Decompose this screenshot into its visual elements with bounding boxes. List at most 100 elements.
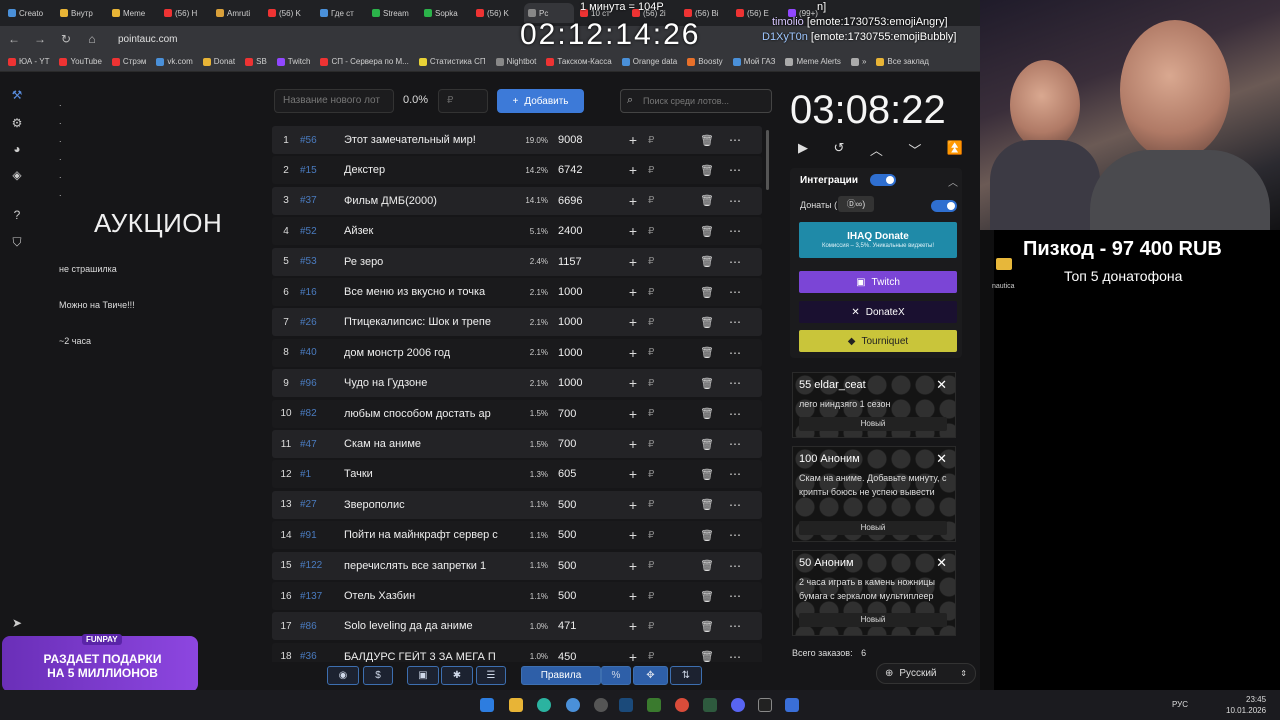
- lot-name[interactable]: Solo leveling да да аниме: [344, 620, 510, 632]
- more-icon[interactable]: ⋯: [720, 467, 750, 481]
- donatex-button[interactable]: ✕ DonateX: [799, 301, 957, 323]
- browser-tab[interactable]: (56) H: [160, 3, 210, 23]
- tourniquet-button[interactable]: ◆ Tourniquet: [799, 330, 957, 352]
- new-lot-amount-input[interactable]: ₽: [438, 89, 488, 113]
- bookmark-item[interactable]: Boosty: [687, 57, 723, 66]
- lot-amount[interactable]: 700: [554, 438, 618, 450]
- lot-name[interactable]: Все меню из вкусно и точка: [344, 286, 510, 298]
- donation-status-select[interactable]: Новый: [799, 613, 947, 627]
- trash-icon[interactable]: 🗑: [694, 468, 720, 481]
- add-amount-icon[interactable]: +: [618, 345, 648, 361]
- double-up-icon[interactable]: ⏫: [947, 140, 963, 158]
- close-icon[interactable]: ✕: [936, 555, 947, 571]
- bookmark-item[interactable]: vk.com: [156, 57, 193, 66]
- trash-icon[interactable]: 🗑: [694, 255, 720, 268]
- chevron-up-icon[interactable]: ︿: [870, 140, 883, 158]
- save-button[interactable]: ▣: [407, 666, 439, 685]
- lot-name[interactable]: Пойти на майнкрафт сервер с: [344, 529, 510, 541]
- more-icon[interactable]: ⋯: [720, 589, 750, 603]
- more-icon[interactable]: ⋯: [720, 559, 750, 573]
- app-icon[interactable]: [758, 698, 772, 712]
- lot-amount[interactable]: 1157: [554, 256, 618, 268]
- minecraft-icon[interactable]: [647, 698, 661, 712]
- browser-tab[interactable]: Amruti: [212, 3, 262, 23]
- browser-tab[interactable]: Stream: [368, 3, 418, 23]
- lot-name[interactable]: Птицекалипсис: Шок и трепе: [344, 316, 510, 328]
- more-icon[interactable]: ⋯: [720, 194, 750, 208]
- lot-name[interactable]: Декстер: [344, 164, 510, 176]
- lot-name[interactable]: Ре зеро: [344, 256, 510, 268]
- lot-amount[interactable]: 1000: [554, 347, 618, 359]
- chevron-down-icon[interactable]: ﹀: [908, 140, 921, 158]
- reload-icon[interactable]: ↻: [60, 32, 72, 46]
- layers-icon[interactable]: ◈: [10, 168, 24, 182]
- lot-name[interactable]: Чудо на Гудзоне: [344, 377, 510, 389]
- more-icon[interactable]: ⋯: [720, 376, 750, 390]
- trash-icon[interactable]: 🗑: [694, 498, 720, 511]
- add-amount-icon[interactable]: +: [618, 558, 648, 574]
- more-icon[interactable]: ⋯: [720, 437, 750, 451]
- lot-name[interactable]: перечислять все запретки 1: [344, 560, 510, 572]
- list-button[interactable]: ☰: [476, 666, 506, 685]
- more-icon[interactable]: ⋯: [720, 285, 750, 299]
- app2-icon[interactable]: [785, 698, 799, 712]
- browser-tab[interactable]: Внутр: [56, 3, 106, 23]
- browser-tab[interactable]: (56) K: [264, 3, 314, 23]
- lot-amount[interactable]: 6742: [554, 164, 618, 176]
- browser-tab[interactable]: Где ст: [316, 3, 366, 23]
- add-amount-icon[interactable]: +: [618, 284, 648, 300]
- twitch-button[interactable]: ▣ Twitch: [799, 271, 957, 293]
- lot-amount[interactable]: 605: [554, 468, 618, 480]
- bookmark-item[interactable]: Такском-Касса: [546, 57, 612, 66]
- lot-amount[interactable]: 6696: [554, 195, 618, 207]
- lot-name[interactable]: любым способом достать ар: [344, 408, 510, 420]
- close-icon[interactable]: ✕: [936, 377, 947, 393]
- bookmark-item[interactable]: Orange data: [621, 57, 677, 66]
- ihaq-donate-button[interactable]: IHAQ Donate Комиссия – 3,5%. Уникальные …: [799, 222, 957, 258]
- discord-icon[interactable]: [731, 698, 745, 712]
- more-icon[interactable]: ⋯: [720, 163, 750, 177]
- telegram-icon[interactable]: ➤: [10, 616, 24, 630]
- sort-icon[interactable]: ⇅: [670, 666, 702, 685]
- obs-icon[interactable]: [594, 698, 608, 712]
- lot-name[interactable]: Отель Хазбин: [344, 590, 510, 602]
- add-amount-icon[interactable]: +: [618, 132, 648, 148]
- trash-icon[interactable]: 🗑: [694, 225, 720, 238]
- add-amount-icon[interactable]: +: [618, 588, 648, 604]
- percent-button[interactable]: %: [601, 666, 631, 685]
- trash-icon[interactable]: 🗑: [694, 194, 720, 207]
- trash-icon[interactable]: 🗑: [694, 590, 720, 603]
- lot-amount[interactable]: 500: [554, 499, 618, 511]
- more-icon[interactable]: ⋯: [720, 346, 750, 360]
- more-icon[interactable]: ⋯: [720, 255, 750, 269]
- lot-name[interactable]: Зверополис: [344, 499, 510, 511]
- rules-button[interactable]: Правила: [521, 666, 601, 685]
- add-amount-icon[interactable]: +: [618, 466, 648, 482]
- add-amount-icon[interactable]: +: [618, 162, 648, 178]
- more-icon[interactable]: ⋯: [720, 315, 750, 329]
- browser-tab[interactable]: Creato: [4, 3, 54, 23]
- lots-scrollbar[interactable]: [766, 130, 769, 190]
- bookmark-item[interactable]: Nightbot: [495, 57, 536, 66]
- lot-amount[interactable]: 1000: [554, 377, 618, 389]
- lot-amount[interactable]: 500: [554, 529, 618, 541]
- bookmark-item[interactable]: Donat: [202, 57, 235, 66]
- browser-tab[interactable]: Meme: [108, 3, 158, 23]
- lot-name[interactable]: Этот замечательный мир!: [344, 134, 510, 146]
- trash-icon[interactable]: 🗑: [694, 620, 720, 633]
- back-icon[interactable]: ←: [8, 32, 20, 46]
- trash-icon[interactable]: 🗑: [694, 438, 720, 451]
- bug-icon[interactable]: ✱: [441, 666, 473, 685]
- integrations-toggle[interactable]: [870, 174, 896, 186]
- trash-icon[interactable]: 🗑: [694, 650, 720, 662]
- trash-icon[interactable]: 🗑: [694, 559, 720, 572]
- home-icon[interactable]: ⌂: [86, 32, 98, 46]
- wheel-icon[interactable]: ◕: [10, 142, 24, 156]
- trash-icon[interactable]: 🗑: [694, 164, 720, 177]
- more-icon[interactable]: ⋯: [720, 224, 750, 238]
- trash-icon[interactable]: 🗑: [694, 286, 720, 299]
- lot-amount[interactable]: 471: [554, 620, 618, 632]
- lot-name[interactable]: Тачки: [344, 468, 510, 480]
- move-icon[interactable]: ✥: [633, 666, 668, 685]
- add-amount-icon[interactable]: +: [618, 527, 648, 543]
